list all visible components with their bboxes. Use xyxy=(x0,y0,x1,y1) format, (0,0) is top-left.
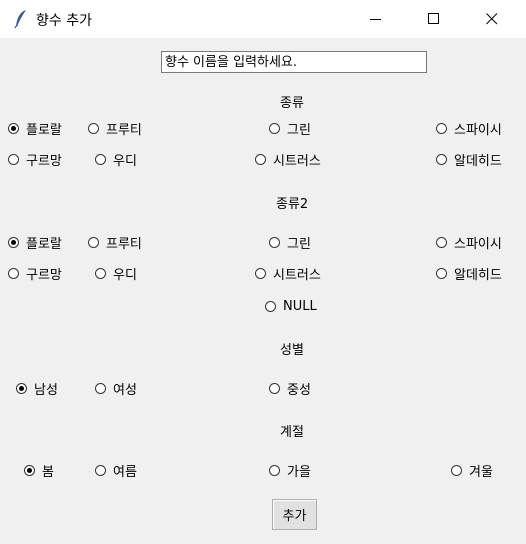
radio-indicator xyxy=(269,382,280,394)
radio-indicator xyxy=(8,267,19,279)
radio-indicator xyxy=(451,464,462,476)
radio-indicator xyxy=(255,153,266,165)
radio-indicator xyxy=(269,464,280,476)
type2-radio-null[interactable]: NULL xyxy=(265,297,317,315)
minimize-button[interactable] xyxy=(353,0,399,38)
radio-indicator xyxy=(436,267,447,279)
maximize-button[interactable] xyxy=(411,0,457,38)
type1-radio-woody[interactable]: 우디 xyxy=(95,150,137,169)
radio-indicator xyxy=(95,267,106,279)
radio-indicator xyxy=(265,300,276,312)
window-title: 향수 추가 xyxy=(36,13,92,29)
season-radio-summer[interactable]: 여름 xyxy=(95,461,137,480)
type2-radio-aldehyde[interactable]: 알데히드 xyxy=(436,264,502,283)
radio-selected-indicator xyxy=(8,236,19,248)
radio-indicator xyxy=(95,153,106,165)
radio-indicator xyxy=(436,122,447,134)
radio-selected-indicator xyxy=(16,382,27,394)
gender-radio-unisex[interactable]: 중성 xyxy=(269,379,311,398)
perfume-name-input[interactable] xyxy=(161,51,427,73)
season-heading: 계절 xyxy=(280,425,304,440)
radio-indicator xyxy=(269,122,280,134)
type1-radio-gourmand[interactable]: 구르망 xyxy=(8,150,62,169)
radio-indicator xyxy=(255,267,266,279)
radio-indicator xyxy=(88,236,99,248)
type2-radio-fruity[interactable]: 프루티 xyxy=(88,233,142,252)
gender-radio-female[interactable]: 여성 xyxy=(95,379,137,398)
type1-radio-green[interactable]: 그린 xyxy=(269,119,311,138)
title-bar: 향수 추가 xyxy=(0,0,526,38)
radio-indicator xyxy=(8,153,19,165)
type1-radio-floral[interactable]: 플로랄 xyxy=(8,119,62,138)
type1-radio-citrus[interactable]: 시트러스 xyxy=(255,150,321,169)
radio-indicator xyxy=(95,464,106,476)
radio-indicator xyxy=(436,153,447,165)
type1-radio-spicy[interactable]: 스파이시 xyxy=(436,119,502,138)
gender-heading: 성별 xyxy=(280,343,304,358)
type2-radio-floral[interactable]: 플로랄 xyxy=(8,233,62,252)
maximize-icon xyxy=(428,13,439,24)
close-button[interactable] xyxy=(469,0,515,38)
close-icon xyxy=(486,13,498,25)
add-button[interactable]: 추가 xyxy=(272,499,317,530)
radio-selected-indicator xyxy=(8,122,19,134)
season-radio-winter[interactable]: 겨울 xyxy=(451,461,493,480)
radio-indicator xyxy=(88,122,99,134)
feather-icon xyxy=(14,9,28,29)
season-radio-autumn[interactable]: 가을 xyxy=(269,461,311,480)
type2-radio-gourmand[interactable]: 구르망 xyxy=(8,264,62,283)
season-radio-spring[interactable]: 봄 xyxy=(24,461,54,480)
type2-heading: 종류2 xyxy=(276,197,309,212)
type1-heading: 종류 xyxy=(280,96,304,111)
radio-selected-indicator xyxy=(24,464,35,476)
type2-radio-woody[interactable]: 우디 xyxy=(95,264,137,283)
radio-indicator xyxy=(269,236,280,248)
type1-radio-fruity[interactable]: 프루티 xyxy=(88,119,142,138)
radio-indicator xyxy=(436,236,447,248)
radio-indicator xyxy=(95,382,106,394)
type2-radio-green[interactable]: 그린 xyxy=(269,233,311,252)
minimize-icon xyxy=(370,19,381,20)
type2-radio-citrus[interactable]: 시트러스 xyxy=(255,264,321,283)
type1-radio-aldehyde[interactable]: 알데히드 xyxy=(436,150,502,169)
gender-radio-male[interactable]: 남성 xyxy=(16,379,58,398)
type2-radio-spicy[interactable]: 스파이시 xyxy=(436,233,502,252)
